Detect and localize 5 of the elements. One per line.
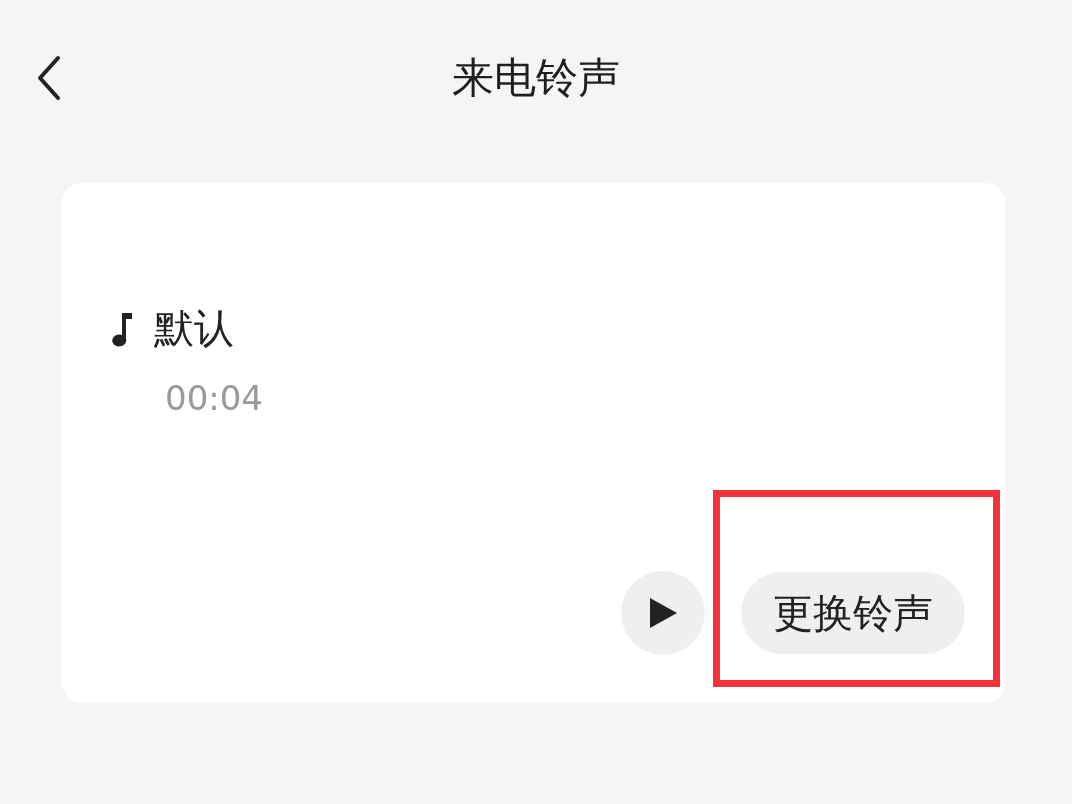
play-icon	[647, 596, 679, 630]
ringtone-duration: 00:04	[165, 378, 264, 418]
ringtone-name: 默认	[154, 304, 234, 353]
change-ringtone-button[interactable]: 更换铃声	[741, 572, 965, 654]
page-title: 来电铃声	[452, 51, 620, 104]
